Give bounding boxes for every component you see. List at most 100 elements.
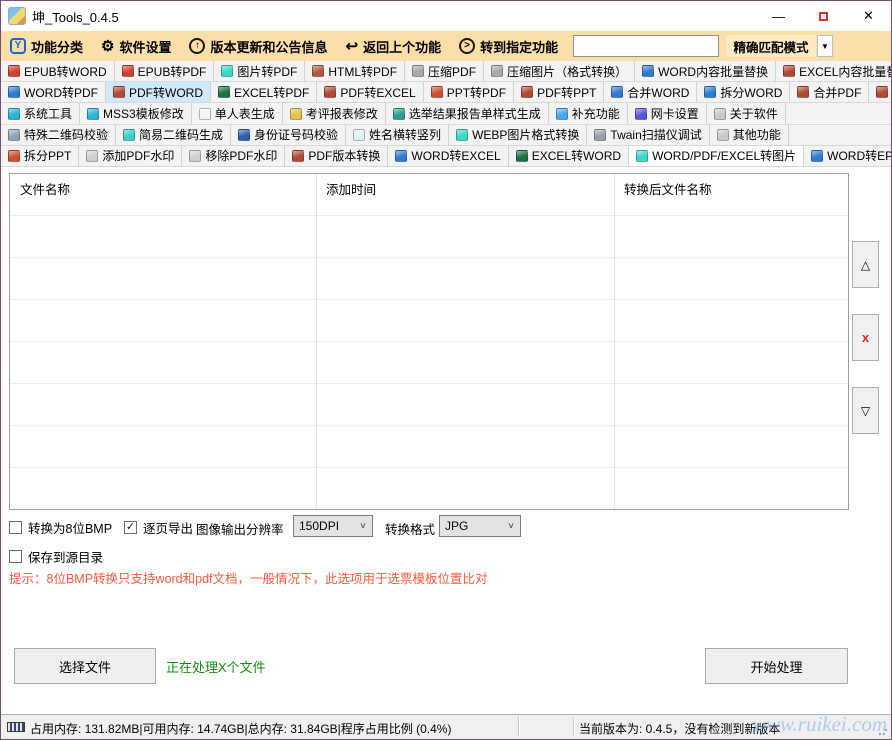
tab[interactable]: 特殊二维码校验	[1, 125, 116, 145]
format-label: 转换格式	[385, 519, 435, 538]
move-up-button[interactable]: △	[852, 241, 879, 288]
per-page-checkbox[interactable]: ✓ 逐页导出	[124, 518, 193, 537]
tab-label: 考评报表修改	[306, 105, 378, 122]
tab[interactable]: 其他功能	[710, 125, 789, 145]
tab[interactable]: HTML转PDF	[305, 61, 405, 81]
scanner-icon	[594, 129, 606, 141]
tab[interactable]: MSS3模板修改	[80, 103, 192, 123]
window-controls: — ✕	[756, 1, 891, 31]
function-search-input[interactable]	[574, 36, 737, 56]
toolbar-item-categories[interactable]: Y 功能分类	[1, 31, 92, 61]
tab[interactable]: PDF转EXCEL	[317, 82, 423, 102]
toolbar-label: 软件设置	[119, 37, 171, 56]
ppt-icon	[8, 150, 20, 162]
tab[interactable]: WORD转EXCEL	[388, 146, 508, 166]
resize-grip[interactable]	[878, 726, 888, 736]
function-search-combobox[interactable]: ▼	[573, 35, 719, 57]
tab[interactable]: 合并PDF	[790, 82, 869, 102]
tab[interactable]: 移除PDF水印	[182, 146, 285, 166]
tab[interactable]: 姓名横转竖列	[346, 125, 449, 145]
toolbar-item-update[interactable]: ↑ 版本更新和公告信息	[180, 31, 336, 61]
checkbox-box: ✓	[124, 521, 137, 534]
pdf-icon	[521, 86, 533, 98]
tab[interactable]: 补充功能	[549, 103, 628, 123]
checkbox-label: 逐页导出	[143, 518, 193, 537]
tab[interactable]: WEBP图片格式转换	[449, 125, 587, 145]
tab[interactable]: PDF转PPT	[514, 82, 604, 102]
dpi-label: 图像输出分辨率	[196, 519, 284, 538]
tab[interactable]: 关于软件	[707, 103, 786, 123]
tab-label: 特殊二维码校验	[24, 126, 108, 143]
tab[interactable]: WORD转EPUB	[804, 146, 891, 166]
up-triangle-icon: △	[861, 258, 870, 272]
column-header-addtime[interactable]: 添加时间	[316, 174, 614, 202]
word-icon	[8, 86, 20, 98]
toolbar-item-goto[interactable]: > 转到指定功能	[450, 31, 567, 61]
tab[interactable]: 拆分WORD	[697, 82, 790, 102]
tab[interactable]: 身份证号码校验	[231, 125, 346, 145]
toolbar-item-settings[interactable]: ⚙ 软件设置	[92, 31, 180, 61]
content-area: 文件名称 添加时间 转换后文件名称 △ x ▽ 转换为8位BMP ✓ 逐页导出 …	[1, 167, 891, 714]
options-row: 保存到源目录	[1, 544, 891, 566]
tab[interactable]: 简易二维码生成	[116, 125, 231, 145]
match-mode-select[interactable]: 精确匹配模式	[726, 35, 816, 57]
dpi-select[interactable]: 150DPI ˅	[293, 515, 373, 537]
tab[interactable]: 添加PDF水印	[79, 146, 182, 166]
pdf-icon	[876, 86, 888, 98]
tab[interactable]: 单人表生成	[192, 103, 283, 123]
minimize-button[interactable]: —	[756, 1, 801, 31]
tab[interactable]: PDF版本转换	[285, 146, 388, 166]
close-button[interactable]: ✕	[846, 1, 891, 31]
start-processing-button[interactable]: 开始处理	[705, 648, 848, 684]
watermark-remove-icon	[189, 150, 201, 162]
tab[interactable]: 系统工具	[1, 103, 80, 123]
toolbar-item-back[interactable]: ↩ 返回上个功能	[337, 31, 451, 61]
toolbar: Y 功能分类 ⚙ 软件设置 ↑ 版本更新和公告信息 ↩ 返回上个功能 > 转到指…	[1, 31, 891, 61]
column-header-filename[interactable]: 文件名称	[10, 174, 316, 202]
tab[interactable]: 考评报表修改	[283, 103, 386, 123]
tab[interactable]: 网卡设置	[628, 103, 707, 123]
tab-label: WORD转PDF	[24, 84, 98, 101]
statusbar-divider	[518, 717, 519, 737]
tab[interactable]: 合并WORD	[604, 82, 697, 102]
tab-label: 单人表生成	[215, 105, 275, 122]
tab[interactable]: WORD内容批量替换	[635, 61, 776, 81]
tab[interactable]: 压缩图片（格式转换）	[484, 61, 635, 81]
tab[interactable]: 拆分PDF	[869, 82, 891, 102]
tab[interactable]: EXCEL内容批量替换	[776, 61, 891, 81]
bmp8-checkbox[interactable]: 转换为8位BMP	[9, 518, 112, 537]
tab[interactable]: 压缩PDF	[405, 61, 484, 81]
tab[interactable]: Twain扫描仪调试	[587, 125, 709, 145]
tab[interactable]: EPUB转PDF	[115, 61, 215, 81]
tab[interactable]: 拆分PPT	[1, 146, 79, 166]
remove-file-button[interactable]: x	[852, 314, 879, 361]
save-source-checkbox[interactable]: 保存到源目录	[9, 547, 103, 566]
move-down-button[interactable]: ▽	[852, 387, 879, 434]
tab[interactable]: WORD转PDF	[1, 82, 106, 102]
image-icon	[221, 65, 233, 77]
select-files-button[interactable]: 选择文件	[14, 648, 156, 684]
format-select[interactable]: JPG ˅	[439, 515, 521, 537]
column-divider	[316, 174, 317, 509]
watermark-add-icon	[86, 150, 98, 162]
network-icon	[635, 108, 647, 120]
window-title: 坤_Tools_0.4.5	[32, 7, 119, 26]
maximize-button[interactable]	[801, 1, 846, 31]
tab[interactable]: PPT转PDF	[424, 82, 514, 102]
ppt-icon	[431, 86, 443, 98]
statusbar-divider	[573, 717, 574, 737]
toolbar-label: 转到指定功能	[480, 37, 558, 56]
down-triangle-icon: ▽	[861, 404, 870, 418]
tab[interactable]: EXCEL转PDF	[211, 82, 317, 102]
tab[interactable]: EPUB转WORD	[1, 61, 115, 81]
tab-row: EPUB转WORDEPUB转PDF图片转PDFHTML转PDF压缩PDF压缩图片…	[1, 61, 891, 82]
tab[interactable]: 选举结果报告单样式生成	[386, 103, 549, 123]
word-icon	[642, 65, 654, 77]
tab[interactable]: WORD/PDF/EXCEL转图片	[629, 146, 804, 166]
tab[interactable]: EXCEL转WORD	[509, 146, 629, 166]
tab[interactable]: PDF转WORD	[106, 82, 211, 102]
match-mode-dropdown-icon[interactable]: ▼	[817, 35, 833, 57]
column-header-outputname[interactable]: 转换后文件名称	[614, 174, 848, 202]
tab[interactable]: 图片转PDF	[214, 61, 305, 81]
tab-row-filler	[786, 103, 891, 123]
